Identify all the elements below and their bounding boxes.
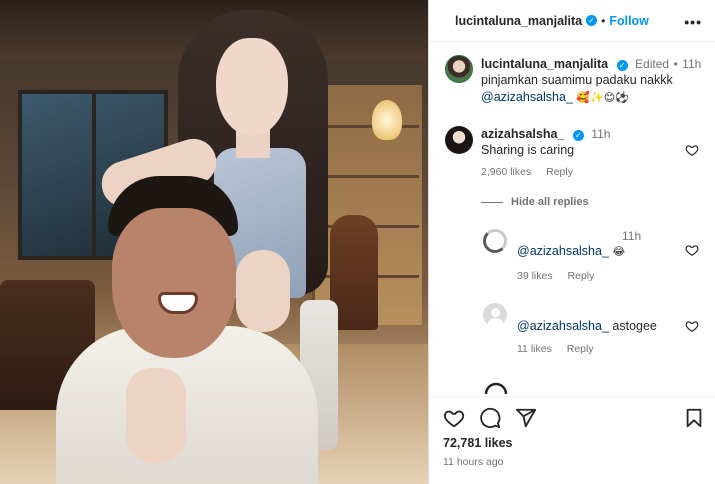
edited-label: Edited bbox=[635, 57, 670, 71]
reply-button[interactable]: Reply bbox=[546, 166, 573, 178]
photo-lamp bbox=[372, 100, 402, 140]
reply: @azizahsalsha_ astogee 11 likes Reply bbox=[517, 318, 687, 355]
caption: lucintaluna_manjalita ✓ Edited • 11h pin… bbox=[481, 56, 709, 107]
comment: azizahsalsha_ ✓ 11h Sharing is caring 2,… bbox=[481, 126, 681, 178]
reply-mention[interactable]: @azizahsalsha_ bbox=[517, 244, 609, 258]
reply-emoji: 😂 bbox=[612, 245, 626, 258]
bookmark-icon[interactable] bbox=[683, 407, 705, 429]
avatar[interactable] bbox=[445, 55, 473, 83]
share-icon[interactable] bbox=[515, 407, 537, 429]
comment-text: Sharing is caring bbox=[481, 143, 575, 157]
post-photo[interactable] bbox=[0, 0, 428, 484]
post-likes[interactable]: 72,781 likes bbox=[443, 436, 513, 450]
follow-button[interactable]: Follow bbox=[609, 14, 649, 28]
reply-time: 11h bbox=[622, 229, 642, 243]
heart-icon[interactable] bbox=[685, 143, 699, 157]
caption-text: pinjamkan suamimu padaku nakkk bbox=[481, 73, 673, 87]
header-separator: • bbox=[601, 13, 606, 28]
avatar[interactable] bbox=[445, 126, 473, 154]
verified-icon: ✓ bbox=[616, 60, 628, 71]
reply-button[interactable]: Reply bbox=[567, 343, 594, 355]
reply-likes[interactable]: 11 likes bbox=[517, 343, 552, 355]
more-icon[interactable]: ••• bbox=[684, 14, 702, 30]
header-username[interactable]: lucintaluna_manjalita bbox=[455, 14, 582, 28]
post-time: 11 hours ago bbox=[443, 456, 504, 468]
post-header: lucintaluna_manjalita ✓ • Follow ••• bbox=[429, 0, 715, 42]
comment-time: 11h bbox=[591, 127, 611, 141]
loading-spinner-icon bbox=[484, 382, 508, 395]
heart-icon[interactable] bbox=[685, 243, 699, 257]
verified-icon: ✓ bbox=[572, 130, 584, 141]
person-woman-hand bbox=[236, 250, 290, 332]
person-woman-face bbox=[216, 38, 288, 136]
caption-username[interactable]: lucintaluna_manjalita bbox=[481, 57, 608, 71]
person-man-face bbox=[112, 208, 236, 358]
heart-icon[interactable] bbox=[685, 319, 699, 333]
person-woman-hand bbox=[126, 368, 186, 463]
caption-separator: • bbox=[673, 57, 678, 71]
verified-icon: ✓ bbox=[586, 15, 598, 26]
hide-replies-line bbox=[481, 202, 503, 203]
reply-likes[interactable]: 39 likes bbox=[517, 270, 553, 282]
comment-icon[interactable] bbox=[479, 407, 501, 429]
like-heart-icon[interactable] bbox=[443, 407, 465, 429]
reply-mention[interactable]: @azizahsalsha_ bbox=[517, 319, 609, 333]
caption-time: 11h bbox=[682, 57, 702, 71]
caption-mention[interactable]: @azizahsalsha_ bbox=[481, 90, 573, 104]
reply-text: astogee bbox=[612, 319, 657, 333]
caption-emojis: 🥰✨😊⚽ bbox=[576, 91, 629, 104]
reply-button[interactable]: Reply bbox=[568, 270, 595, 282]
hide-replies-button[interactable]: Hide all replies bbox=[511, 196, 589, 208]
comment-likes[interactable]: 2,960 likes bbox=[481, 166, 531, 178]
comment-username[interactable]: azizahsalsha_ bbox=[481, 127, 564, 141]
post-panel: lucintaluna_manjalita ✓ • Follow ••• luc… bbox=[428, 0, 715, 484]
avatar[interactable] bbox=[483, 303, 507, 327]
reply: 11h @azizahsalsha_ 😂 39 likes Reply bbox=[517, 229, 687, 282]
avatar[interactable] bbox=[483, 229, 507, 253]
